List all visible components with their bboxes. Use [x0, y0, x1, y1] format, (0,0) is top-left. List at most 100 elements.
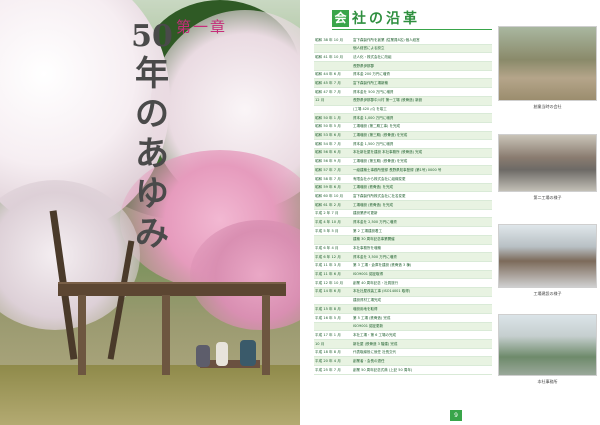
- heading-rule: [332, 29, 492, 30]
- title-number: 50: [131, 19, 173, 54]
- timeline-date: 平成 4 年 10 月: [315, 219, 341, 224]
- timeline-date: [314, 297, 351, 305]
- timeline-row: 平成 25 年 7 月 創業 50 周年記念式典 (上記 50 周年): [314, 366, 492, 375]
- timeline-row: 平成 6 年 4 月 本社事務所を増築: [314, 245, 492, 254]
- photo-caption: 本社事務所: [537, 379, 558, 384]
- photo-caption: 創業当時の会社: [533, 104, 562, 109]
- historic-photo: [498, 314, 597, 376]
- timeline-row: (工場 420 ㎡) を竣工: [314, 106, 492, 115]
- seated-person: [216, 342, 228, 366]
- timeline-event: 資本金を 2,500 万円に増資: [353, 219, 397, 224]
- timeline-event: 工場増設 (第二期工事) を完成: [353, 124, 400, 129]
- timeline-row: ISO9001 認証更新: [314, 322, 492, 332]
- timeline-event: 本社社屋改装工事 (ISO14001 取得): [353, 289, 411, 294]
- timeline-date: 昭和 38 年 10 月: [315, 37, 344, 42]
- timeline-row: 平成 2 年 7 月 建設業許可更新: [314, 210, 492, 219]
- title-char: あ: [135, 134, 169, 174]
- timeline-row: 平成 14 年 6 月 本社社屋改装工事 (ISO14001 取得): [314, 287, 492, 297]
- timeline-event: 個人経営による設立: [353, 46, 385, 51]
- pergola-roof: [58, 282, 286, 296]
- timeline-event: 資本金を 500 万円に増資: [353, 89, 394, 94]
- timeline-row: 平成 11 年 3 月 第 3 工場・倉庫を建設 (鉄骨造 3 棟): [314, 262, 492, 271]
- timeline-event: 増設用地を取得: [353, 306, 378, 311]
- timeline-row: 平成 16 年 5 月 第 5 工場 (鉄骨造) 完成: [314, 314, 492, 323]
- timeline-event: ISO9001 認証取得: [353, 272, 384, 277]
- timeline-date: 平成 12 年 10 月: [315, 280, 344, 285]
- pergola-post: [262, 295, 270, 375]
- timeline-date: 昭和 47 年 7 月: [315, 89, 341, 94]
- timeline-date: [314, 323, 351, 331]
- photo-caption: 第二工場の様子: [533, 195, 562, 200]
- timeline-row: 昭和 58 年 7 月 有限会社から株式会社に組織変更: [314, 175, 492, 184]
- timeline-row: 昭和 53 年 6 月 工場増設 (第三期) (鉄骨造) を完成: [314, 131, 492, 141]
- timeline-date: [314, 62, 351, 70]
- timeline-row: 平成 18 年 8 月 代表取締役に就任 社長交代: [314, 349, 492, 358]
- timeline-date: 昭和 54 年 7 月: [315, 141, 341, 146]
- title-char: ゆ: [135, 174, 169, 214]
- timeline-row: 昭和 60 年 10 月 富下森製作所株式会社に社名変更: [314, 192, 492, 202]
- timeline-date: 平成 16 年 5 月: [315, 315, 341, 320]
- timeline-event: 建設資材工場完成: [353, 298, 381, 303]
- timeline-row: 昭和 47 年 7 月 資本金を 500 万円に増資: [314, 88, 492, 97]
- timeline-event: (工場 420 ㎡) を竣工: [353, 107, 387, 111]
- historic-photo: [498, 224, 597, 288]
- timeline-row: 昭和 61 年 2 月 工場増設 (鉄骨造) を完成: [314, 201, 492, 210]
- timeline-date: 昭和 56 年 6 月: [315, 150, 341, 155]
- pergola-post: [78, 295, 86, 375]
- timeline-event: 創業者・会長の退任: [353, 358, 385, 363]
- timeline-row: 昭和 54 年 7 月 資本金 1,500 万円に増資: [314, 140, 492, 149]
- timeline-date: 平成 18 年 8 月: [315, 350, 341, 355]
- history-page: 会 社の沿革 昭和 38 年 10 月 富下森製作所を創業 (従業員8名) 個人経…: [300, 0, 600, 425]
- timeline-event: 本社工場・第 6 工場の完成: [353, 332, 396, 337]
- timeline-event: 有限会社から株式会社に組織変更: [353, 176, 406, 181]
- timeline-row: 平成 17 年 1 月 本社工場・第 6 工場の完成: [314, 331, 492, 341]
- historic-photo: [498, 26, 597, 101]
- timeline-row: 昭和 57 年 7 月 一級建築士事務所登録 長野県知事登録 (第1号) 0000…: [314, 166, 492, 175]
- timeline-date: 平成 14 年 6 月: [315, 289, 341, 294]
- timeline-date: 平成 11 年 6 月: [315, 272, 341, 277]
- timeline-event: 工場増設 (第三期) (鉄骨造) を完成: [353, 133, 408, 138]
- timeline-event: 資本金 1,500 万円に増資: [353, 141, 394, 146]
- heading-text: 社の沿革: [352, 11, 420, 27]
- timeline-date: 昭和 50 年 1 月: [315, 115, 341, 120]
- timeline-date: 昭和 44 年 6 月: [315, 72, 341, 77]
- timeline-event: 本社新社屋を建設 本社事務所 (鉄骨造) 完成: [353, 150, 423, 155]
- timeline-event: 創業 40 周年記念・社員旅行: [353, 280, 399, 285]
- timeline-event: 工場増設 (鉄骨造) を完成: [353, 185, 393, 190]
- timeline-date: 平成 5 年 5 月: [315, 228, 339, 233]
- photo-caption: 工場建設の様子: [533, 291, 562, 296]
- timeline-event: 建築 30 周年記念事業開催: [353, 237, 395, 242]
- timeline-date: 平成 11 年 3 月: [315, 263, 341, 268]
- timeline-event: 新社屋 (鉄骨造 3 階建) 完成: [353, 341, 398, 346]
- seated-person: [196, 345, 210, 367]
- timeline-event: 富下森製作所工場新築: [353, 80, 388, 85]
- timeline-row: 昭和 59 年 6 月 工場増設 (鉄骨造) を完成: [314, 183, 492, 193]
- timeline-date: 昭和 56 年 9 月: [315, 159, 341, 164]
- timeline-row: 平成 6 年 12 月 資本金を 3,500 万円に増資: [314, 253, 492, 262]
- timeline-row: 10 月 新社屋 (鉄骨造 3 階建) 完成: [314, 340, 492, 349]
- chapter-title: 50 年 の あ ゆ み: [130, 19, 174, 255]
- timeline-event: 工場増設 (鉄骨造) を完成: [353, 202, 393, 207]
- timeline-event: 資本金 200 万円に増資: [353, 72, 390, 77]
- timeline-row: 昭和 50 年 1 月 資本金 1,000 万円に増資: [314, 114, 492, 123]
- timeline-event: 本社事務所を増築: [353, 246, 381, 250]
- timeline-date: 平成 17 年 1 月: [315, 332, 341, 337]
- timeline-row: 昭和 56 年 6 月 本社新社屋を建設 本社事務所 (鉄骨造) 完成: [314, 148, 492, 158]
- timeline-event: 長野県伊那郡中川村 第一工場 (鉄骨造) 新設: [353, 98, 423, 103]
- cover-photo-page: 第一章 50 年 の あ ゆ み: [0, 0, 300, 425]
- timeline-row: 昭和 56 年 9 月 工場増設 (第五期) (鉄骨造) を完成: [314, 158, 492, 167]
- title-char: 年: [135, 54, 169, 94]
- timeline-date: [314, 236, 351, 244]
- timeline-date: 昭和 53 年 6 月: [315, 133, 341, 138]
- timeline-date: 平成 20 年 4 月: [315, 358, 341, 363]
- timeline-date: 平成 2 年 7 月: [315, 211, 339, 216]
- timeline-row: 昭和 41 年 10 月 法人化・株式会社に改組: [314, 53, 492, 63]
- timeline-date: 昭和 60 年 10 月: [315, 193, 344, 198]
- timeline-row: 平成 5 年 5 月 第 2 工場建設着工: [314, 227, 492, 236]
- timeline-event: ISO9001 認証更新: [353, 324, 384, 329]
- chapter-label: 第一章: [176, 18, 228, 36]
- historic-photo: [498, 134, 597, 192]
- heading-badge: 会: [332, 9, 349, 27]
- timeline-event: 富下森製作所株式会社に社名変更: [353, 193, 406, 198]
- timeline-event: 長野県伊那郡: [353, 63, 374, 68]
